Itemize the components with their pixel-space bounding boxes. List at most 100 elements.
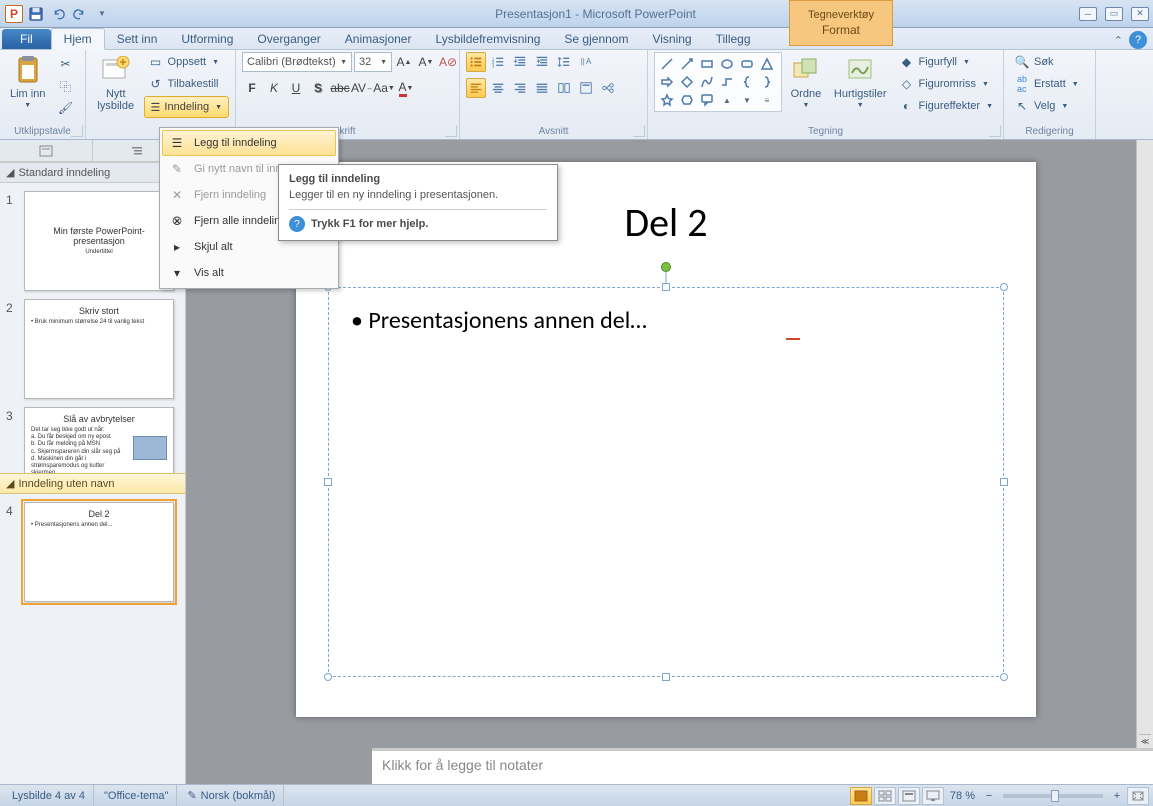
tab-se-gjennom[interactable]: Se gjennom [552,29,640,49]
decrease-indent-button[interactable] [510,52,530,72]
shapes-gallery[interactable]: ▲ ▼ ≡ [654,52,782,112]
zoom-out-button[interactable]: − [981,790,997,802]
qat-customize-icon[interactable]: ▼ [92,4,112,24]
shape-fill-button[interactable]: ◆Figurfyll▼ [895,52,998,72]
shape-roundrect-icon[interactable] [737,55,757,73]
italic-button[interactable]: K [264,78,284,98]
shape-callout-icon[interactable] [697,91,717,109]
shape-line-icon[interactable] [657,55,677,73]
resize-handle-n[interactable] [662,283,670,291]
paste-button[interactable]: Lim inn ▼ [6,52,49,111]
font-color-button[interactable]: A▼ [396,78,416,98]
resize-handle-w[interactable] [324,478,332,486]
grow-font-button[interactable]: A▲ [394,52,414,72]
tab-lysbildefremvisning[interactable]: Lysbildefremvisning [423,29,552,49]
tab-sett-inn[interactable]: Sett inn [105,29,170,49]
content-textbox[interactable] [328,287,1004,677]
bullets-button[interactable] [466,52,486,72]
thumb-1[interactable]: 1 Min første PowerPoint-presentasjon Und… [0,187,185,295]
format-painter-button[interactable]: 🖌 [53,98,77,118]
status-slide-number[interactable]: Lysbilde 4 av 4 [4,785,94,806]
shape-connector-icon[interactable] [717,73,737,91]
change-case-button[interactable]: Aa▼ [374,78,394,98]
arrange-button[interactable]: Ordne▼ [786,52,826,111]
resize-handle-e[interactable] [1000,478,1008,486]
thumb-2[interactable]: 2 Skriv stort • Bruk minimum størrelse 2… [0,295,185,403]
redo-icon[interactable] [70,4,90,24]
tab-tillegg[interactable]: Tillegg [704,29,763,49]
app-icon[interactable]: P [4,4,24,24]
clipboard-dialog-launcher[interactable] [71,125,83,137]
shape-scroll-up-icon[interactable]: ▲ [717,91,737,109]
rotation-handle[interactable] [661,262,671,272]
copy-button[interactable]: ⿻ [53,76,77,96]
slideshow-view-button[interactable] [922,787,944,805]
help-icon[interactable]: ? [1129,31,1147,49]
shape-outline-button[interactable]: ◇Figuromriss▼ [895,74,998,94]
align-right-button[interactable] [510,78,530,98]
new-slide-button[interactable]: Nytt lysbilde [92,52,140,114]
status-language[interactable]: ✎Norsk (bokmål) [179,785,284,806]
justify-button[interactable] [532,78,552,98]
columns-button[interactable] [554,78,574,98]
shape-diamond-icon[interactable] [677,73,697,91]
normal-view-button[interactable] [850,787,872,805]
tab-hjem[interactable]: Hjem [51,28,105,50]
bold-button[interactable]: F [242,78,262,98]
shape-rect-icon[interactable] [697,55,717,73]
section-header-unnamed[interactable]: ◢Inndeling uten navn [0,473,185,494]
shape-lbrace-icon[interactable] [737,73,757,91]
section-button[interactable]: ☰Inndeling▼ [144,96,229,118]
slides-view-tab[interactable] [0,140,93,161]
shape-effects-button[interactable]: ◐Figureffekter▼ [895,96,998,116]
menu-add-section[interactable]: ☰Legg til inndeling [162,130,336,156]
vertical-scrollbar[interactable]: ≪ ▲ ≫ [1136,140,1153,784]
zoom-slider[interactable] [1003,794,1103,798]
font-size-combo[interactable]: 32▼ [354,52,392,72]
minimize-ribbon-icon[interactable]: ⌃ [1114,34,1123,47]
tab-utforming[interactable]: Utforming [169,29,245,49]
underline-button[interactable]: U [286,78,306,98]
shadow-button[interactable]: S [308,78,328,98]
strike-button[interactable]: abc [330,78,350,98]
align-center-button[interactable] [488,78,508,98]
fit-to-window-button[interactable] [1127,787,1149,805]
shape-arrow-icon[interactable] [677,55,697,73]
find-button[interactable]: 🔍Søk [1010,52,1083,72]
font-name-combo[interactable]: Calibri (Brødtekst)▼ [242,52,352,72]
zoom-level[interactable]: 78 % [950,790,975,802]
char-spacing-button[interactable]: AV↔ [352,78,372,98]
prev-slide-button[interactable]: ≪ [1139,734,1151,748]
numbering-button[interactable]: 123 [488,52,508,72]
minimize-button[interactable]: ─ [1079,7,1097,21]
zoom-in-button[interactable]: + [1109,790,1125,802]
resize-handle-ne[interactable] [1000,283,1008,291]
drawing-dialog-launcher[interactable] [989,125,1001,137]
tab-animasjoner[interactable]: Animasjoner [333,29,424,49]
shape-triangle-icon[interactable] [757,55,777,73]
maximize-button[interactable]: ▭ [1105,7,1123,21]
shape-more-icon[interactable]: ≡ [757,91,777,109]
undo-icon[interactable] [48,4,68,24]
text-direction-button[interactable]: ||A [576,52,596,72]
contextual-tab-drawing-tools[interactable]: Tegneverktøy Format [789,0,893,46]
thumb-4[interactable]: 4 Del 2 • Presentasjonens annen del... [0,498,185,606]
shape-rarrow-icon[interactable] [657,73,677,91]
zoom-slider-thumb[interactable] [1051,790,1059,802]
status-theme[interactable]: "Office-tema" [96,785,177,806]
select-button[interactable]: ↖Velg▼ [1010,96,1083,116]
sorter-view-button[interactable] [874,787,896,805]
resize-handle-s[interactable] [662,673,670,681]
tab-visning[interactable]: Visning [640,29,703,49]
increase-indent-button[interactable] [532,52,552,72]
notes-pane[interactable]: Klikk for å legge til notater [372,748,1153,784]
tab-overganger[interactable]: Overganger [245,29,332,49]
shrink-font-button[interactable]: A▼ [416,52,436,72]
reset-button[interactable]: ↺Tilbakestill [144,74,229,94]
replace-button[interactable]: abacErstatt▼ [1010,74,1083,94]
close-button[interactable]: ✕ [1131,7,1149,21]
cut-button[interactable]: ✂ [53,54,77,74]
shape-curve-icon[interactable] [697,73,717,91]
shape-oval-icon[interactable] [717,55,737,73]
bullet-text[interactable]: • Presentasjonens annen del… [351,306,647,335]
